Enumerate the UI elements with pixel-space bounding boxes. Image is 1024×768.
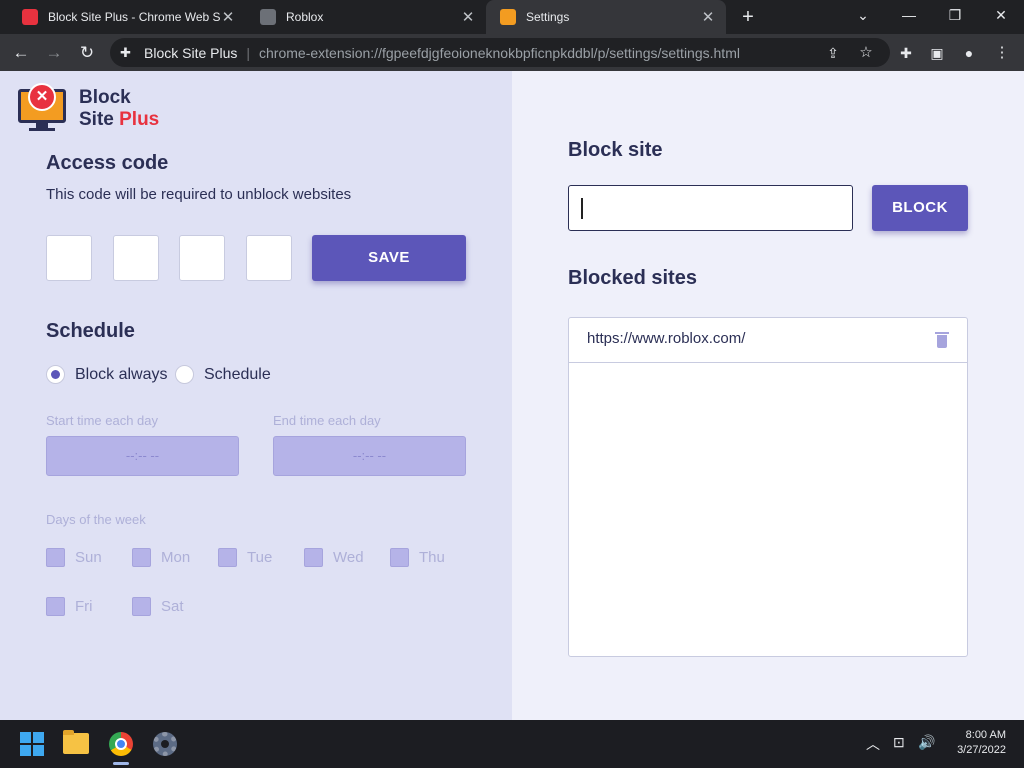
tab-title: Roblox — [286, 10, 324, 24]
file-explorer-icon[interactable] — [63, 730, 89, 754]
access-code-digit-1[interactable] — [46, 235, 92, 281]
extensions-icon[interactable]: ✚ — [893, 40, 919, 66]
day-label-mon: Mon — [161, 549, 191, 566]
block-site-input[interactable] — [568, 185, 853, 231]
settings-page: ✕ Block Site Plus Access code This code … — [0, 71, 1024, 720]
access-code-digit-3[interactable] — [179, 235, 225, 281]
access-code-description: This code will be required to unblock we… — [46, 186, 352, 203]
tab-search-chevron-icon[interactable]: ⌄ — [840, 0, 886, 30]
tab-strip: Block Site Plus - Chrome Web Sto ✕ Roblo… — [0, 0, 1024, 34]
forward-button[interactable]: → — [41, 40, 67, 66]
logo-text: Block Site Plus — [79, 87, 160, 130]
day-checkbox-tue[interactable] — [218, 548, 237, 567]
tab-title: Block Site Plus - Chrome Web Sto — [48, 10, 220, 24]
day-checkbox-sat[interactable] — [132, 597, 151, 616]
clock-time: 8:00 AM — [965, 729, 1006, 741]
blocked-sites-title: Blocked sites — [568, 267, 697, 289]
close-tab-icon[interactable]: ✕ — [220, 8, 236, 26]
clock-date: 3/27/2022 — [957, 744, 1006, 756]
list-item: https://www.roblox.com/ — [569, 318, 967, 363]
block-always-label[interactable]: Block always — [75, 366, 167, 384]
day-checkbox-mon[interactable] — [132, 548, 151, 567]
menu-kebab-icon[interactable]: ⋮ — [989, 40, 1015, 66]
close-tab-icon[interactable]: ✕ — [460, 8, 476, 26]
windows-taskbar: ︿ ⊡ 🔊 8:00 AM 3/27/2022 — [0, 720, 1024, 768]
windows-start-icon[interactable] — [20, 732, 44, 756]
day-label-sat: Sat — [161, 598, 184, 615]
profile-avatar-icon[interactable]: ● — [956, 40, 982, 66]
start-time-input[interactable]: --:-- -- — [46, 436, 239, 476]
blocked-sites-list: https://www.roblox.com/ — [568, 317, 968, 657]
block-button[interactable]: BLOCK — [872, 185, 968, 231]
end-time-label: End time each day — [273, 413, 381, 428]
text-caret — [581, 198, 583, 219]
tab-roblox[interactable]: Roblox ✕ — [246, 0, 486, 34]
settings-favicon-icon — [500, 9, 516, 25]
block-site-plus-logo: ✕ Block Site Plus — [18, 83, 218, 133]
access-code-digit-4[interactable] — [246, 235, 292, 281]
block-site-title: Block site — [568, 139, 663, 161]
schedule-title: Schedule — [46, 320, 135, 342]
roblox-favicon-icon — [260, 9, 276, 25]
network-icon[interactable]: ⊡ — [893, 734, 905, 751]
active-app-indicator — [113, 762, 129, 765]
side-panel-icon[interactable]: ▣ — [924, 40, 950, 66]
day-label-sun: Sun — [75, 549, 102, 566]
block-x-icon: ✕ — [28, 83, 56, 111]
start-time-label: Start time each day — [46, 413, 158, 428]
share-icon[interactable]: ⇪ — [820, 40, 846, 66]
schedule-radio[interactable] — [175, 365, 194, 384]
tray-chevron-up-icon[interactable]: ︿ — [866, 734, 880, 754]
minimize-button[interactable]: — — [886, 0, 932, 30]
block-site-favicon-icon — [22, 9, 38, 25]
extension-puzzle-icon: ✚ — [120, 44, 131, 60]
settings-gear-icon[interactable] — [153, 732, 177, 756]
schedule-option-label[interactable]: Schedule — [204, 366, 271, 384]
omnibox-site-name: Block Site Plus — [144, 44, 238, 61]
reload-button[interactable]: ↻ — [74, 40, 100, 66]
omnibox-separator: | — [246, 44, 251, 61]
address-bar[interactable]: ✚ Block Site Plus | chrome-extension://f… — [110, 38, 890, 67]
blocked-site-url: https://www.roblox.com/ — [587, 330, 746, 347]
day-checkbox-sun[interactable] — [46, 548, 65, 567]
access-code-digit-2[interactable] — [113, 235, 159, 281]
browser-toolbar: ← → ↻ ✚ Block Site Plus | chrome-extensi… — [0, 34, 1024, 71]
end-time-input[interactable]: --:-- -- — [273, 436, 466, 476]
back-button[interactable]: ← — [8, 40, 34, 66]
bookmark-star-icon[interactable]: ☆ — [853, 40, 879, 66]
close-window-button[interactable]: ✕ — [978, 0, 1024, 30]
day-checkbox-thu[interactable] — [390, 548, 409, 567]
restore-button[interactable]: ❐ — [932, 0, 978, 30]
day-label-wed: Wed — [333, 549, 364, 566]
left-panel: ✕ Block Site Plus Access code This code … — [0, 71, 512, 720]
tab-settings[interactable]: Settings ✕ — [486, 0, 726, 34]
days-of-week-label: Days of the week — [46, 512, 146, 527]
day-checkbox-wed[interactable] — [304, 548, 323, 567]
day-label-tue: Tue — [247, 549, 273, 566]
access-code-title: Access code — [46, 152, 169, 174]
day-label-thu: Thu — [419, 549, 445, 566]
close-tab-icon[interactable]: ✕ — [700, 8, 716, 26]
trash-icon[interactable] — [935, 332, 949, 348]
tab-block-site-plus-store[interactable]: Block Site Plus - Chrome Web Sto ✕ — [8, 0, 246, 34]
new-tab-button[interactable]: + — [736, 6, 760, 28]
chrome-icon[interactable] — [109, 732, 133, 756]
day-checkbox-fri[interactable] — [46, 597, 65, 616]
volume-icon[interactable]: 🔊 — [918, 734, 935, 751]
omnibox-url: chrome-extension://fgpeefdjgfeoioneknokb… — [259, 44, 740, 61]
block-always-radio[interactable] — [46, 365, 65, 384]
save-button[interactable]: SAVE — [312, 235, 466, 281]
system-clock[interactable]: 8:00 AM 3/27/2022 — [957, 728, 1006, 758]
right-panel: Block site BLOCK Blocked sites https://w… — [512, 71, 1024, 720]
day-label-fri: Fri — [75, 598, 93, 615]
tab-title: Settings — [526, 10, 570, 24]
